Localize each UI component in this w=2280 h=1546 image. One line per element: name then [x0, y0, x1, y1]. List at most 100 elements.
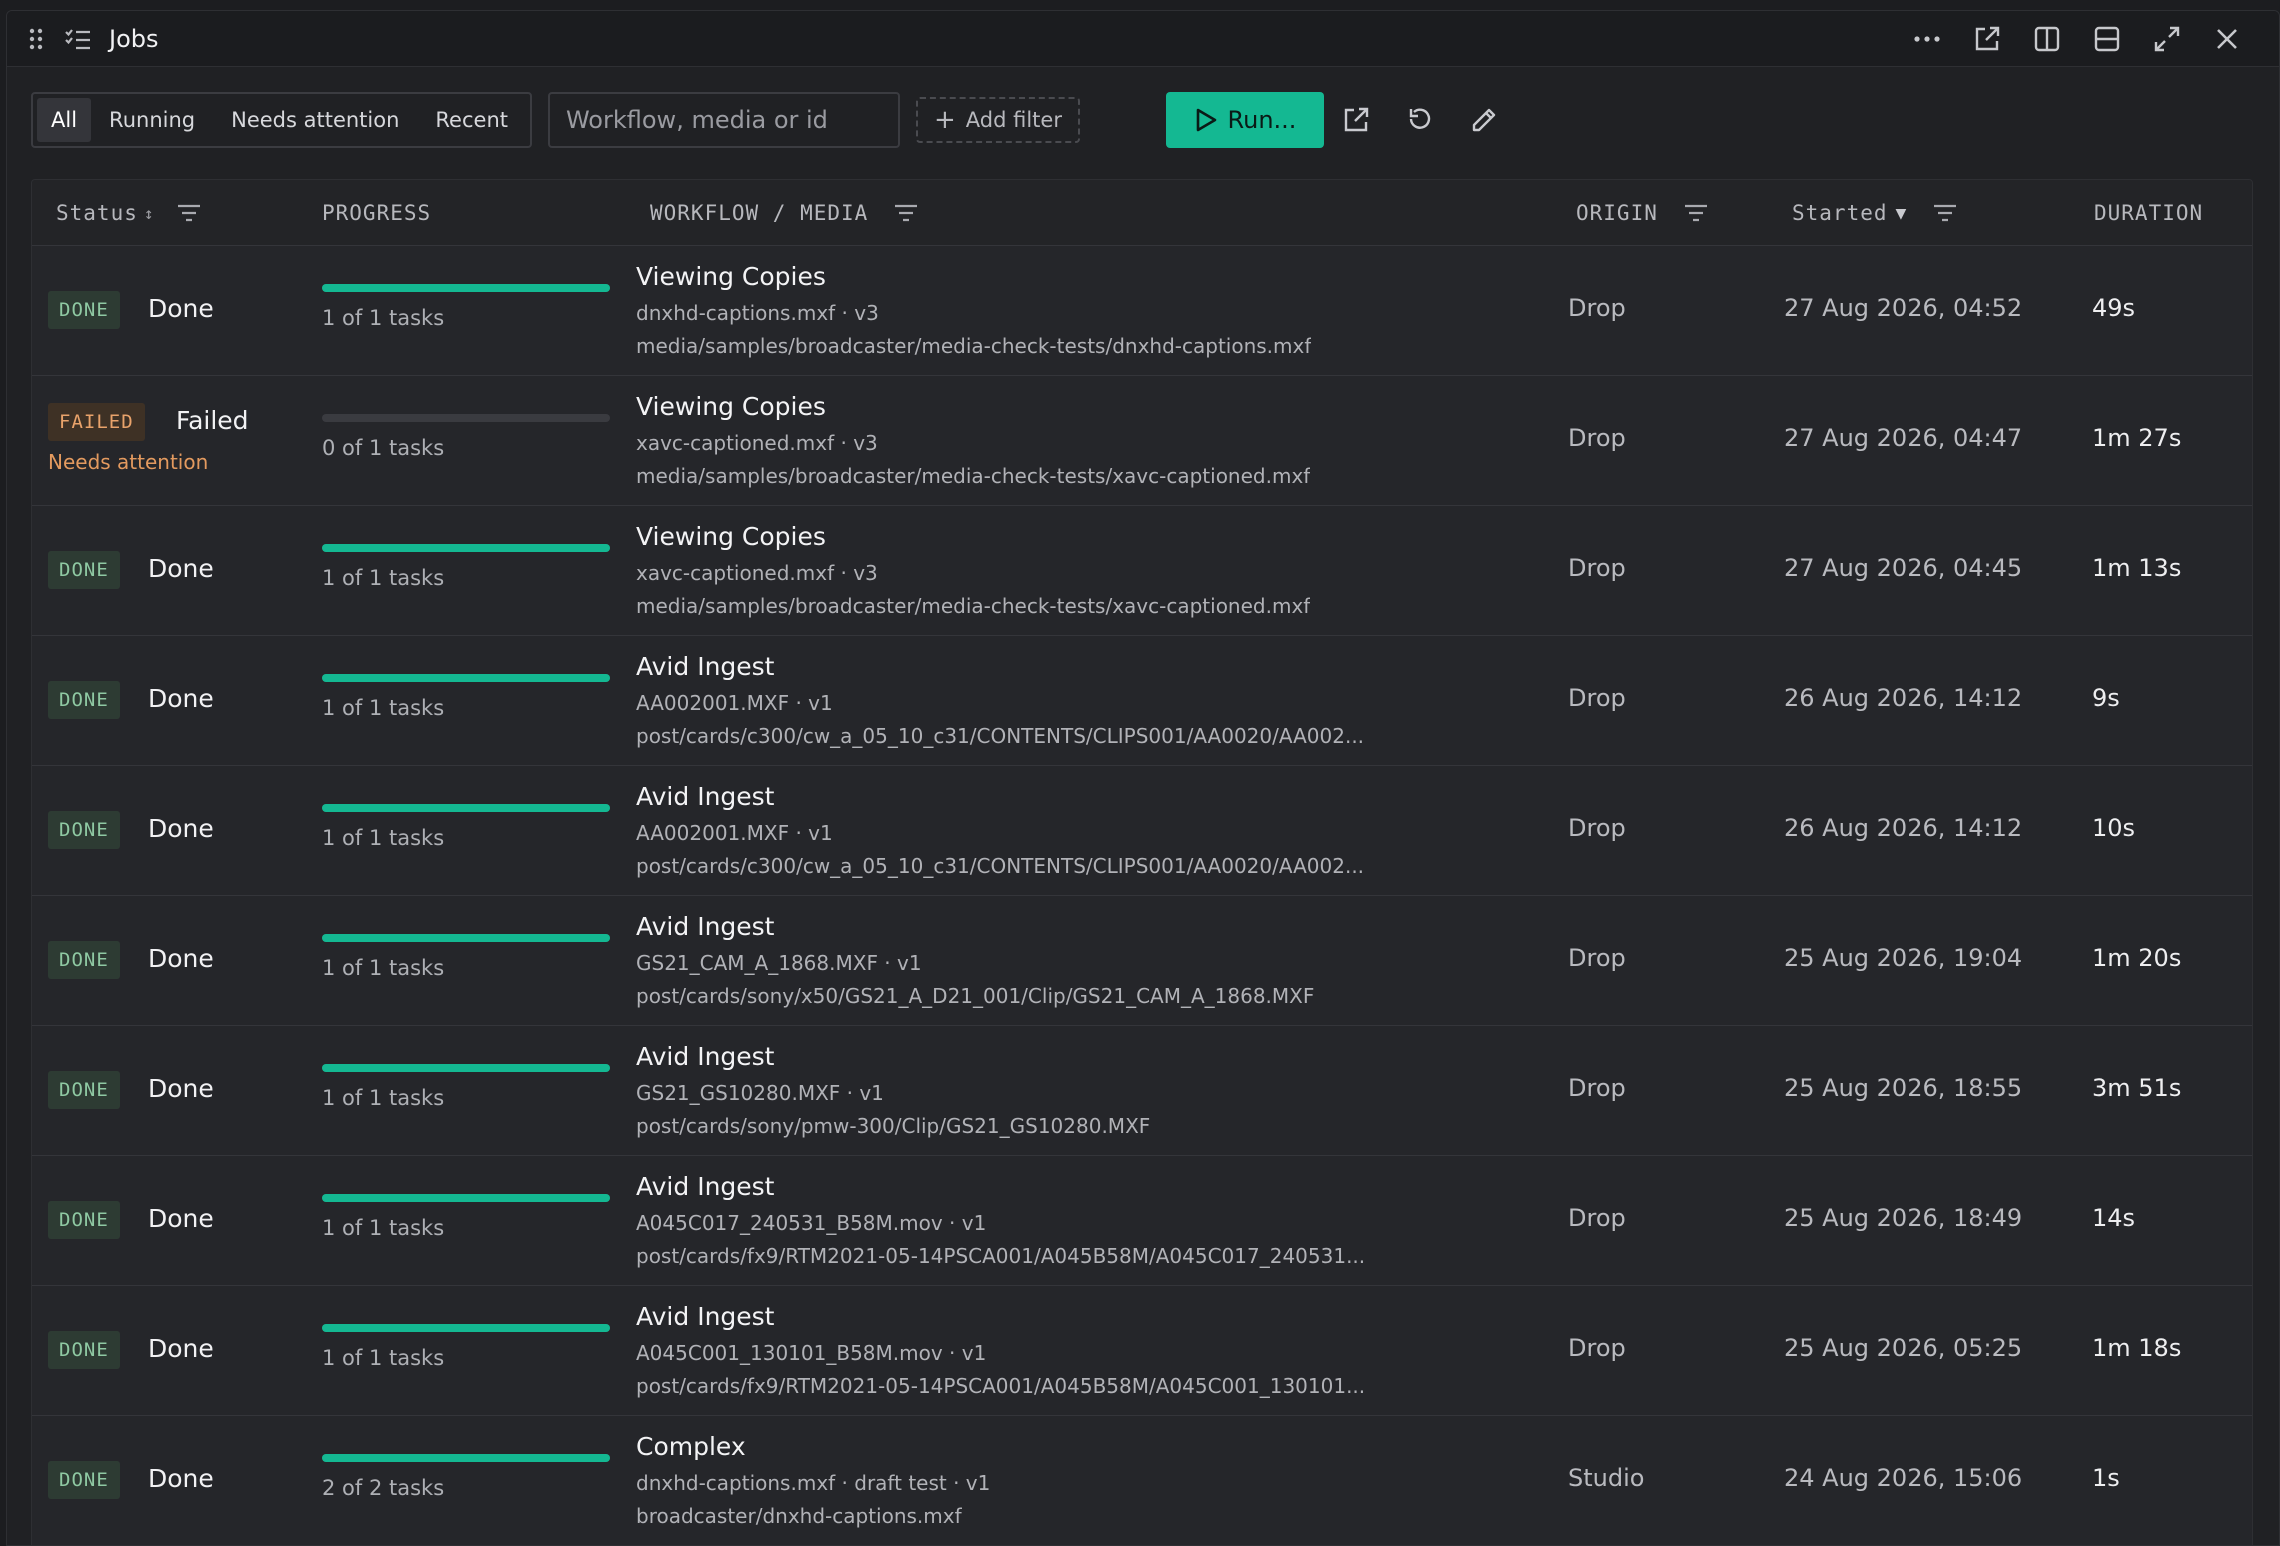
drag-handle-icon[interactable]: [29, 28, 43, 50]
column-duration: DURATION: [2094, 180, 2203, 246]
duration-value: 3m 51s: [2092, 1074, 2182, 1102]
open-external-icon[interactable]: [1324, 92, 1388, 148]
more-icon[interactable]: [1897, 19, 1957, 59]
status-badge: DONE: [48, 941, 120, 979]
media-name: xavc-captioned.mxf · v3: [636, 561, 878, 585]
media-path: post/cards/fx9/RTM2021-05-14PSCA001/A045…: [636, 1374, 1366, 1398]
play-icon: [1196, 108, 1216, 132]
task-count: 1 of 1 tasks: [322, 566, 445, 590]
origin-value: Drop: [1568, 554, 1626, 582]
table-header: Status ↕ PROGRESS WORKFLOW / MEDIA ORIGI…: [32, 180, 2252, 246]
run-label: Run...: [1227, 106, 1297, 134]
expand-icon[interactable]: [2137, 19, 2197, 59]
table-row[interactable]: DONE Done 1 of 1 tasks Avid Ingest AA002001.…: [32, 766, 2252, 896]
status-badge: DONE: [48, 1461, 120, 1499]
table-row[interactable]: DONE Done 1 of 1 tasks Avid Ingest AA002001.…: [32, 636, 2252, 766]
workflow-name[interactable]: Viewing Copies: [636, 392, 826, 421]
status-text: Done: [148, 294, 214, 323]
add-filter-button[interactable]: + Add filter: [915, 97, 1080, 143]
close-icon[interactable]: [2197, 19, 2257, 59]
status-text: Failed: [176, 406, 249, 435]
filter-started-icon[interactable]: [1933, 203, 1957, 223]
media-path: post/cards/c300/cw_a_05_10_c31/CONTENTS/…: [636, 854, 1365, 878]
plus-icon: +: [933, 105, 956, 135]
edit-icon[interactable]: [1452, 92, 1516, 148]
workflow-name[interactable]: Avid Ingest: [636, 1042, 775, 1071]
media-name: GS21_CAM_A_1868.MXF · v1: [636, 951, 922, 975]
table-row[interactable]: DONE Done 2 of 2 tasks Complex dnxhd-caption…: [32, 1416, 2252, 1545]
media-name: AA002001.MXF · v1: [636, 821, 833, 845]
started-value: 26 Aug 2026, 14:12: [1784, 684, 2023, 712]
media-name: A045C001_130101_B58M.mov · v1: [636, 1341, 987, 1365]
progress-bar: [322, 804, 610, 812]
task-count: 1 of 1 tasks: [322, 1216, 445, 1240]
split-horizontal-icon[interactable]: [2077, 19, 2137, 59]
workflow-name[interactable]: Avid Ingest: [636, 1172, 775, 1201]
started-value: 25 Aug 2026, 05:25: [1784, 1334, 2023, 1362]
table-row[interactable]: DONE Done 1 of 1 tasks Avid Ingest A045C001_…: [32, 1286, 2252, 1416]
progress-bar: [322, 544, 610, 552]
progress-fill: [322, 1454, 610, 1462]
workflow-name[interactable]: Avid Ingest: [636, 652, 775, 681]
origin-value: Drop: [1568, 1334, 1626, 1362]
filter-workflow-icon[interactable]: [894, 203, 918, 223]
pop-out-icon[interactable]: [1957, 19, 2017, 59]
origin-value: Drop: [1568, 294, 1626, 322]
table-row[interactable]: DONE Done 1 of 1 tasks Avid Ingest A045C017_…: [32, 1156, 2252, 1286]
progress-fill: [322, 1064, 610, 1072]
progress-fill: [322, 1194, 610, 1202]
started-value: 27 Aug 2026, 04:47: [1784, 424, 2023, 452]
status-text: Done: [148, 944, 214, 973]
table-row[interactable]: FAILED Failed Needs attention 0 of 1 tasks V…: [32, 376, 2252, 506]
status-badge: DONE: [48, 1331, 120, 1369]
table-row[interactable]: DONE Done 1 of 1 tasks Avid Ingest GS21_CAM_…: [32, 896, 2252, 1026]
tab-needs-attention[interactable]: Needs attention: [213, 98, 417, 142]
filter-status-icon[interactable]: [177, 203, 201, 223]
progress-fill: [322, 674, 610, 682]
progress-bar: [322, 1194, 610, 1202]
progress-fill: [322, 934, 610, 942]
column-status[interactable]: Status ↕: [56, 180, 201, 246]
task-count: 1 of 1 tasks: [322, 306, 445, 330]
workflow-name[interactable]: Avid Ingest: [636, 782, 775, 811]
workflow-name[interactable]: Avid Ingest: [636, 1302, 775, 1331]
progress-bar: [322, 674, 610, 682]
workflow-name[interactable]: Viewing Copies: [636, 522, 826, 551]
column-started[interactable]: Started ▼: [1792, 180, 1957, 246]
status-text: Done: [148, 684, 214, 713]
tab-all[interactable]: All: [37, 98, 92, 142]
status-badge: DONE: [48, 291, 120, 329]
tab-recent[interactable]: Recent: [417, 98, 526, 142]
split-vertical-icon[interactable]: [2017, 19, 2077, 59]
workflow-name[interactable]: Viewing Copies: [636, 262, 826, 291]
workflow-name[interactable]: Avid Ingest: [636, 912, 775, 941]
media-path: media/samples/broadcaster/media-check-te…: [636, 594, 1311, 618]
duration-value: 10s: [2092, 814, 2136, 842]
status-text: Done: [148, 1464, 214, 1493]
table-row[interactable]: DONE Done 1 of 1 tasks Viewing Copies xavc-c…: [32, 506, 2252, 636]
table-row[interactable]: DONE Done 1 of 1 tasks Viewing Copies dnxhd-…: [32, 246, 2252, 376]
filter-origin-icon[interactable]: [1684, 203, 1708, 223]
started-value: 27 Aug 2026, 04:45: [1784, 554, 2023, 582]
media-path: post/cards/sony/x50/GS21_A_D21_001/Clip/…: [636, 984, 1315, 1008]
refresh-icon[interactable]: [1388, 92, 1452, 148]
media-name: GS21_GS10280.MXF · v1: [636, 1081, 884, 1105]
progress-fill: [322, 284, 610, 292]
status-badge: DONE: [48, 1201, 120, 1239]
search-input[interactable]: [565, 106, 882, 134]
status-badge: DONE: [48, 551, 120, 589]
jobs-table: Status ↕ PROGRESS WORKFLOW / MEDIA ORIGI…: [31, 179, 2253, 1545]
origin-value: Drop: [1568, 1074, 1626, 1102]
media-path: media/samples/broadcaster/media-check-te…: [636, 464, 1311, 488]
status-badge: DONE: [48, 681, 120, 719]
duration-value: 1m 18s: [2092, 1334, 2182, 1362]
media-name: dnxhd-captions.mxf · v3: [636, 301, 879, 325]
tab-running[interactable]: Running: [91, 98, 213, 142]
started-value: 27 Aug 2026, 04:52: [1784, 294, 2023, 322]
table-row[interactable]: DONE Done 1 of 1 tasks Avid Ingest GS21_GS10…: [32, 1026, 2252, 1156]
workflow-name[interactable]: Complex: [636, 1432, 746, 1461]
run-button[interactable]: Run...: [1165, 92, 1324, 148]
column-origin: ORIGIN: [1576, 180, 1708, 246]
progress-fill: [322, 544, 610, 552]
progress-bar: [322, 1454, 610, 1462]
